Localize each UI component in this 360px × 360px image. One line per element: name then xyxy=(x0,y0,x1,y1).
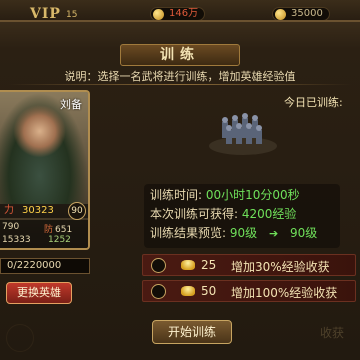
today-trained-label: 今日已训练: xyxy=(284,96,343,109)
hero-stats: 790 防 651 15333 1252 xyxy=(0,220,88,248)
level-from: 90级 xyxy=(229,226,258,240)
panel-description: 说明：选择一名武将进行训练，增加英雄经验值 xyxy=(64,70,296,83)
troops-formation-icon xyxy=(209,113,277,155)
panel-title: 训练 xyxy=(120,44,240,66)
training-panel: 训练 说明：选择一名武将进行训练，增加英雄经验值 刘备 力 30323 90 79… xyxy=(0,20,360,360)
start-training-button[interactable]: 开始训练 xyxy=(152,320,232,344)
hero-level-badge: 90 xyxy=(68,202,86,220)
power-value: 30323 xyxy=(22,205,54,216)
radio-button[interactable] xyxy=(151,258,166,273)
training-gain-label: 本次训练可获得: xyxy=(150,207,239,221)
training-time-value: 00小时10分00秒 xyxy=(205,188,300,202)
stat-troops: 15333 xyxy=(2,235,31,245)
option-30-percent[interactable]: 25 增加30%经验收获 xyxy=(142,254,356,276)
harvest-corner-label: 收获 xyxy=(320,326,345,340)
decoration-icon xyxy=(6,324,34,352)
hero-exp-bar: 0/2220000 xyxy=(0,258,90,274)
level-to: 90级 xyxy=(290,226,318,240)
training-preview-label: 训练结果预览: xyxy=(150,226,227,240)
training-time-row: 训练时间: 00小时10分00秒 xyxy=(150,186,300,205)
arrow-right-icon: ➔ xyxy=(268,227,279,240)
coin-icon xyxy=(153,9,164,20)
gold-ingot-icon xyxy=(181,286,195,296)
vip-level: 15 xyxy=(66,10,78,20)
training-preview-row: 训练结果预览: 90级 ➔ 90级 xyxy=(150,224,317,243)
stat-defense: 防 651 xyxy=(44,225,73,235)
defense-tag: 防 xyxy=(44,225,54,235)
radio-button[interactable] xyxy=(151,284,166,299)
change-hero-button[interactable]: 更换英雄 xyxy=(6,282,72,304)
option-100-percent[interactable]: 50 增加100%经验收获 xyxy=(142,280,356,302)
power-label: 力 xyxy=(4,205,14,216)
option-cost: 50 xyxy=(201,284,217,298)
coin-icon xyxy=(275,9,286,20)
hero-name: 刘备 xyxy=(60,98,82,111)
option-text: 增加30%经验收获 xyxy=(231,260,330,274)
resource-red: 146万 xyxy=(150,7,206,21)
option-text: 增加100%经验收获 xyxy=(231,286,338,300)
option-cost: 25 xyxy=(201,258,217,272)
stat-extra: 1252 xyxy=(48,235,71,245)
resource-gold: 35000 xyxy=(272,7,330,21)
divider xyxy=(8,84,352,85)
training-gain-value: 4200经验 xyxy=(241,207,297,221)
hero-card[interactable]: 刘备 力 30323 90 790 防 651 15333 1252 xyxy=(0,90,90,250)
training-gain-row: 本次训练可获得: 4200经验 xyxy=(150,205,296,224)
training-time-label: 训练时间: xyxy=(150,188,203,202)
stat-attack: 790 xyxy=(2,222,20,232)
gold-ingot-icon xyxy=(181,260,195,270)
training-info-box: 训练时间: 00小时10分00秒 本次训练可获得: 4200经验 训练结果预览:… xyxy=(144,184,340,248)
